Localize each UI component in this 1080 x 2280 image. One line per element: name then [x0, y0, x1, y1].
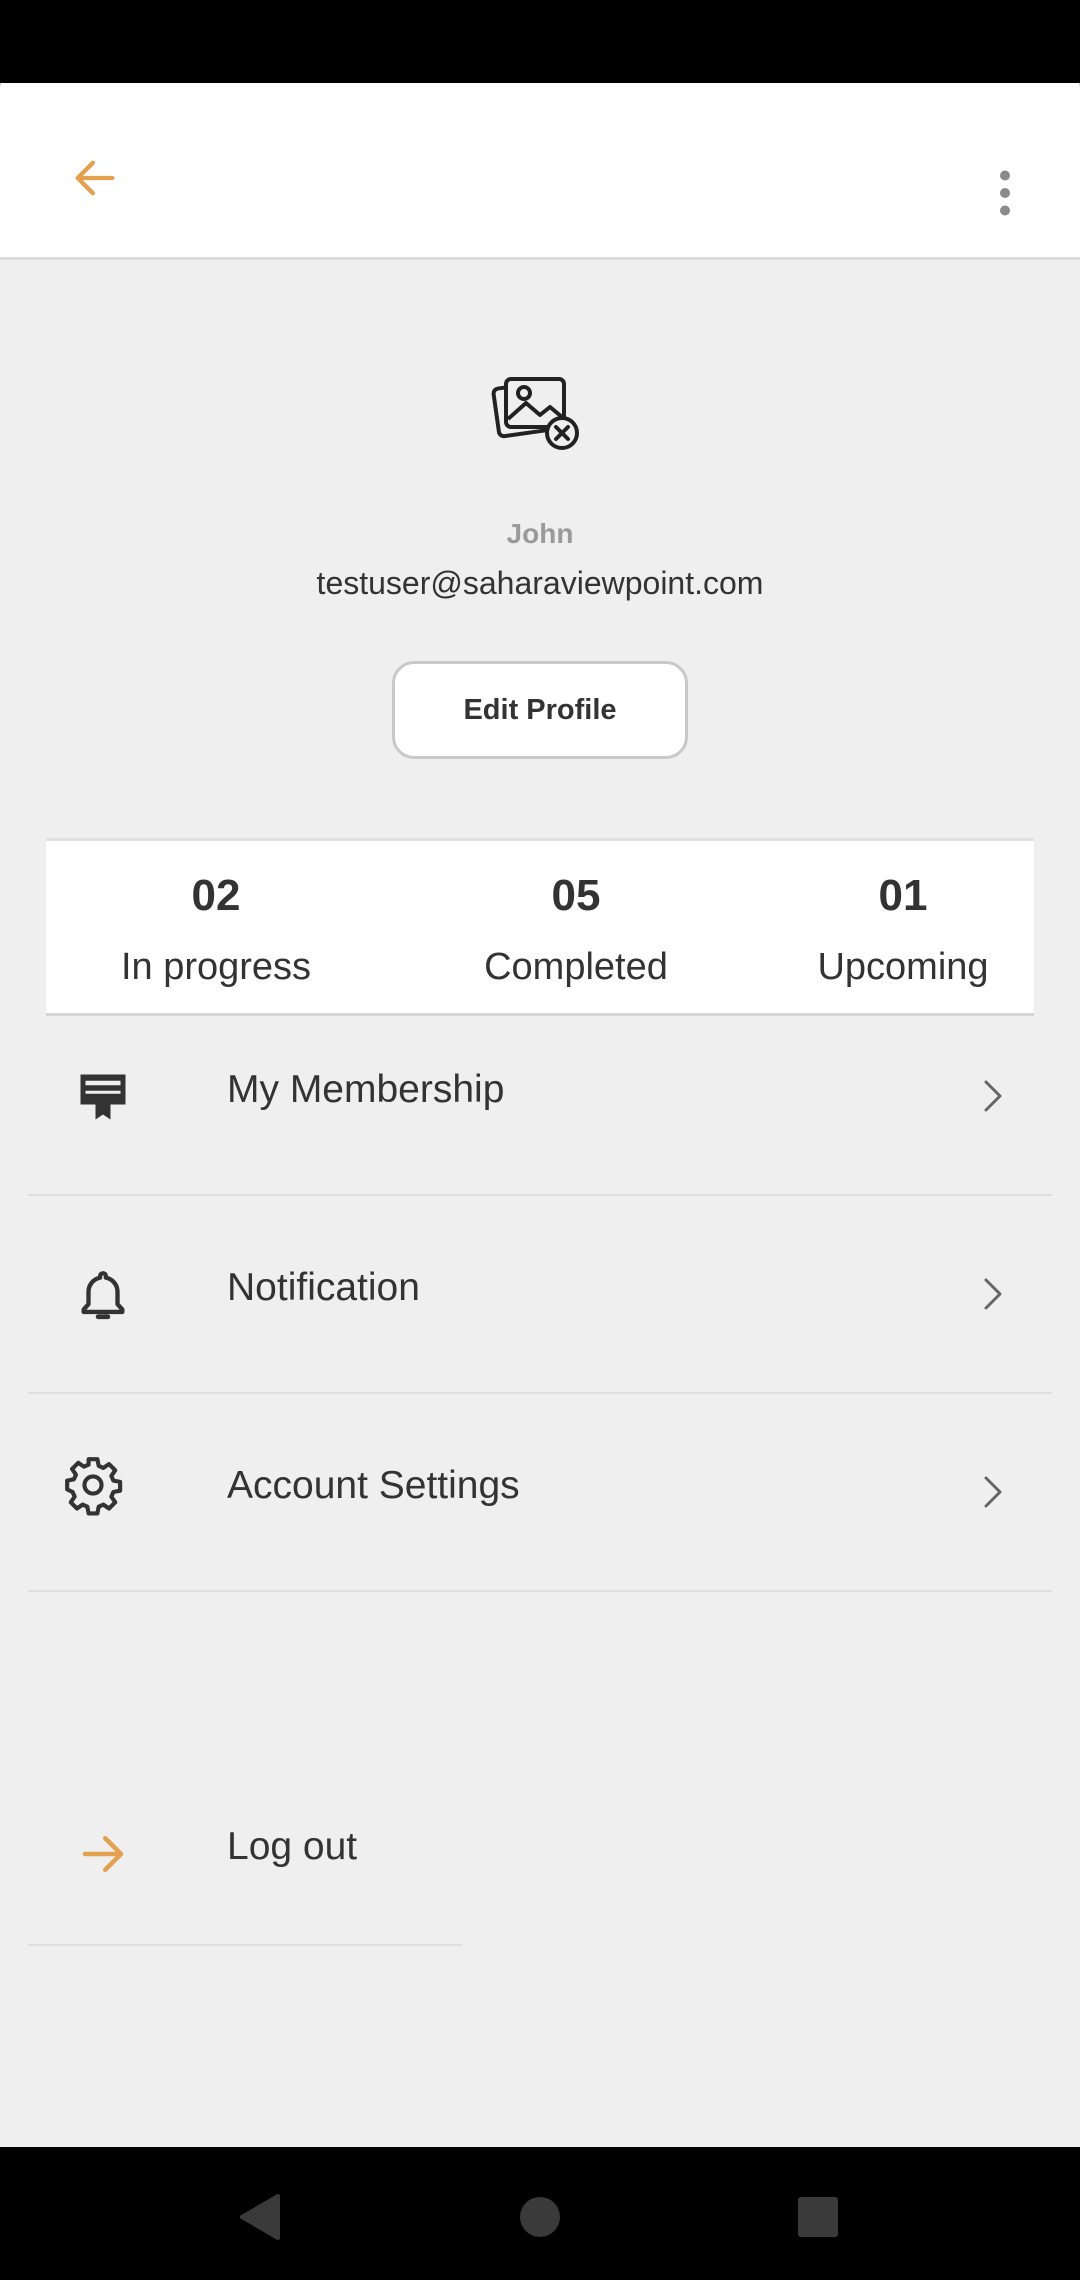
stat-label: Completed — [484, 946, 668, 988]
stat-value: 05 — [551, 871, 601, 920]
stat-label: Upcoming — [817, 946, 989, 988]
gear-icon — [58, 1450, 128, 1520]
profile-name: John — [506, 518, 574, 549]
chevron-right-icon — [984, 1080, 1002, 1112]
task-stats-panel: 02 In progress 05 Completed 01 Upcoming — [46, 838, 1034, 1016]
membership-card-icon — [68, 1062, 138, 1132]
logout-button[interactable]: Log out — [28, 1763, 462, 1946]
menu-item-label: Notification — [227, 1266, 420, 1309]
more-options-button[interactable] — [965, 153, 1045, 233]
profile-screen: John testuser@saharaviewpoint.com Edit P… — [0, 83, 1080, 2147]
square-recents-icon — [798, 2197, 838, 2237]
status-bar — [0, 0, 1080, 83]
stat-value: 01 — [878, 871, 928, 920]
profile-email: testuser@saharaviewpoint.com — [316, 565, 764, 601]
image-placeholder-icon — [491, 377, 579, 450]
triangle-back-icon — [240, 2194, 280, 2240]
arrow-left-icon — [75, 160, 115, 196]
bell-icon — [68, 1260, 138, 1330]
edit-profile-button[interactable]: Edit Profile — [392, 661, 688, 759]
system-navigation-bar — [0, 2147, 1080, 2280]
more-vertical-icon — [1000, 170, 1010, 216]
arrow-right-icon — [68, 1819, 138, 1889]
chevron-right-icon — [984, 1476, 1002, 1508]
back-button[interactable] — [55, 138, 135, 218]
circle-home-icon — [520, 2197, 560, 2237]
divider — [28, 1590, 1052, 1592]
menu-item-label: Account Settings — [227, 1464, 520, 1507]
avatar[interactable] — [490, 373, 590, 463]
stat-upcoming[interactable]: 01 Upcoming — [772, 841, 1034, 1019]
stat-completed[interactable]: 05 Completed — [426, 841, 726, 1019]
logout-label: Log out — [227, 1825, 358, 1868]
nav-recents-button[interactable] — [778, 2177, 858, 2257]
menu-item-label: My Membership — [227, 1068, 505, 1111]
device-frame: John testuser@saharaviewpoint.com Edit P… — [0, 0, 1080, 2280]
menu-item-notification[interactable]: Notification — [28, 1196, 1052, 1394]
nav-back-button[interactable] — [219, 2177, 299, 2257]
menu-item-account-settings[interactable]: Account Settings — [28, 1394, 1052, 1592]
nav-home-button[interactable] — [500, 2177, 580, 2257]
chevron-right-icon — [984, 1278, 1002, 1310]
stat-value: 02 — [191, 871, 241, 920]
app-bar — [0, 83, 1080, 260]
menu-item-my-membership[interactable]: My Membership — [28, 998, 1052, 1196]
stat-label: In progress — [120, 946, 312, 988]
stat-in-progress[interactable]: 02 In progress — [66, 841, 366, 1019]
divider — [28, 1944, 462, 1946]
